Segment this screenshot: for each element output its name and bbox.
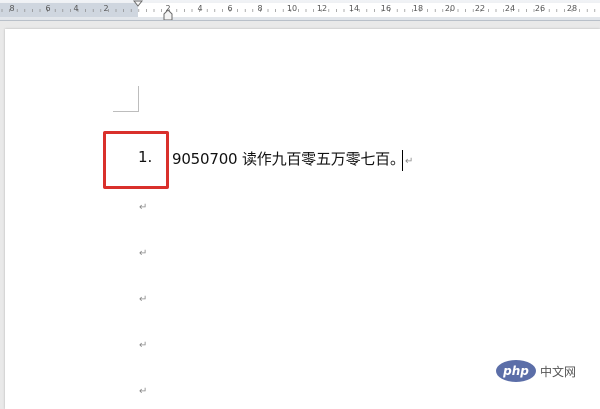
hanging-indent-marker[interactable]: [163, 9, 173, 21]
document-page[interactable]: [5, 29, 600, 409]
ruler-label: 10: [286, 4, 298, 13]
margin-crop-mark-vertical: [138, 86, 139, 111]
ruler-label: 6: [227, 4, 233, 13]
paragraph-mark: ↵: [139, 340, 148, 351]
ruler-label: 18: [412, 4, 424, 13]
ruler-label: 4: [197, 4, 203, 13]
ruler-label: 16: [380, 4, 392, 13]
paragraph-mark: ↵: [139, 202, 148, 213]
document-area[interactable]: [0, 21, 600, 409]
paragraph-mark: ↵: [405, 156, 414, 167]
highlight-box: [103, 131, 169, 189]
ruler-label: 8: [257, 4, 263, 13]
paragraph-mark: ↵: [139, 294, 148, 305]
ruler-label: 22: [474, 4, 486, 13]
paragraph-mark: ↵: [139, 248, 148, 259]
site-watermark: php 中文网: [496, 359, 576, 383]
text-cursor: [402, 150, 403, 171]
ruler-label: 20: [444, 4, 456, 13]
list-item-text[interactable]: 9050700 读作九百零五万零七百。: [172, 148, 405, 169]
ruler-label: 8: [9, 4, 15, 13]
horizontal-ruler[interactable]: 8 6 4 2 2 4 6 8 10 12 14 16 18 20 22 24 26 28: [0, 0, 600, 21]
ruler-label: 28: [566, 4, 578, 13]
ruler-label: 24: [504, 4, 516, 13]
ruler-label: 4: [73, 4, 79, 13]
ruler-label: 2: [103, 4, 109, 13]
ruler-label: 12: [316, 4, 328, 13]
first-line-indent-marker[interactable]: [133, 0, 143, 21]
ruler-label: 26: [534, 4, 546, 13]
margin-crop-mark-horizontal: [113, 111, 139, 112]
ruler-label: 14: [348, 4, 360, 13]
watermark-site-text: 中文网: [540, 364, 577, 379]
paragraph-mark: ↵: [139, 386, 148, 397]
php-logo: php: [496, 360, 536, 382]
ruler-label: 6: [45, 4, 51, 13]
